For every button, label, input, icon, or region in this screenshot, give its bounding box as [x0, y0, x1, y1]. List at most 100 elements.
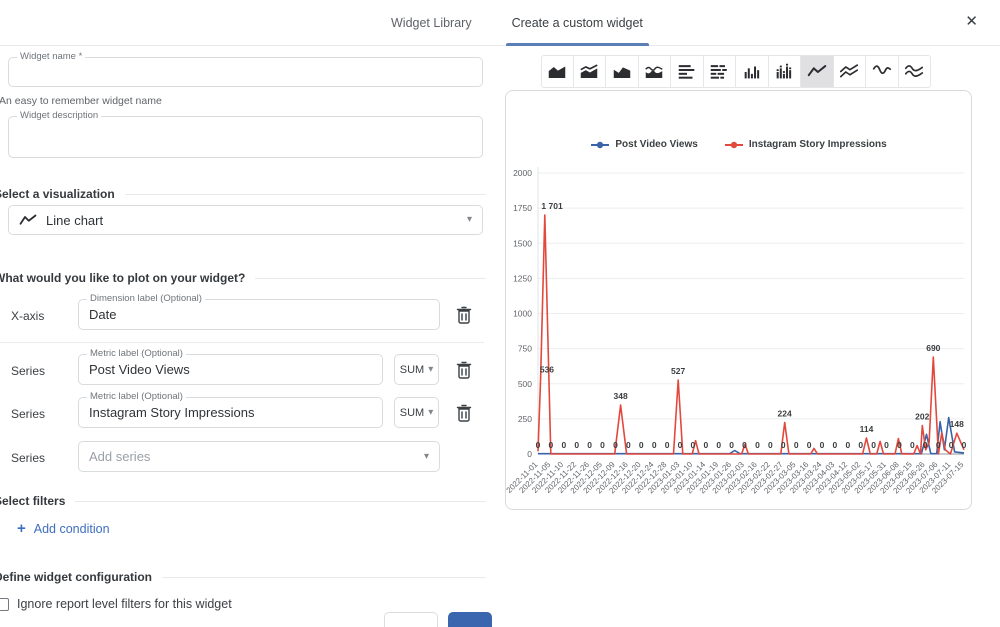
- widget-name-input[interactable]: [9, 58, 482, 86]
- chart-type-column-chart[interactable]: [736, 55, 769, 88]
- zero-data-label: 0: [884, 440, 889, 450]
- y-tick-label: 1000: [513, 309, 532, 319]
- section-select-visualization: Select a visualization: [0, 187, 486, 201]
- add-series-field[interactable]: ▾: [78, 441, 440, 472]
- legend-marker-icon: [724, 140, 744, 150]
- legend-marker-icon: [590, 140, 610, 150]
- line-chart-icon: [806, 61, 828, 83]
- chart-type-stacked-area-chart[interactable]: [574, 55, 607, 88]
- section-select-filters: Select filters: [0, 494, 486, 508]
- tab-create-custom-widget[interactable]: Create a custom widget: [506, 0, 649, 46]
- chart-type-line-chart[interactable]: [801, 55, 834, 88]
- cancel-button[interactable]: [384, 612, 438, 627]
- chevron-down-icon: ▾: [424, 452, 429, 462]
- series2-field[interactable]: Metric label (Optional): [78, 397, 383, 428]
- zero-data-label: 0: [574, 440, 579, 450]
- series2-float-label: Metric label (Optional): [87, 391, 186, 402]
- widget-description-input[interactable]: [9, 117, 482, 157]
- zero-data-label: 0: [897, 440, 902, 450]
- peak-data-label: 348: [614, 391, 628, 401]
- chart-type-stacked-line-chart[interactable]: [834, 55, 867, 88]
- zero-data-label: 0: [665, 440, 670, 450]
- zero-data-label: 0: [807, 440, 812, 450]
- series1-aggregation-select[interactable]: SUM ▾: [394, 354, 439, 385]
- zero-data-label: 0: [703, 440, 708, 450]
- ignore-filters-label: Ignore report level filters for this wid…: [17, 597, 232, 611]
- add-series-input[interactable]: [79, 442, 439, 471]
- tab-group: Widget Library Create a custom widget: [385, 0, 649, 46]
- section-select-visualization-label: Select a visualization: [0, 187, 115, 201]
- create-widget-dialog: Widget Library Create a custom widget ✕ …: [0, 0, 1000, 627]
- stream-area-chart-icon: [643, 61, 665, 83]
- widget-description-field[interactable]: Widget description: [8, 116, 483, 158]
- section-select-filters-label: Select filters: [0, 494, 65, 508]
- zero-data-label: 0: [820, 440, 825, 450]
- zero-data-label: 0: [858, 440, 863, 450]
- xaxis-input[interactable]: [79, 300, 439, 329]
- y-tick-label: 750: [518, 344, 532, 354]
- widget-name-helper: An easy to remember widget name: [0, 95, 162, 107]
- section-plot: What would you like to plot on your widg…: [0, 271, 486, 285]
- row-divider: [0, 342, 484, 343]
- chart-type-stream-area-chart[interactable]: [639, 55, 672, 88]
- zero-data-label: 0: [833, 440, 838, 450]
- dialog-header: Widget Library Create a custom widget ✕: [0, 0, 1000, 46]
- chart-type-stacked-horizontal-bar-chart[interactable]: [704, 55, 737, 88]
- y-tick-label: 1750: [513, 203, 532, 213]
- stacked-line-chart-icon: [838, 61, 860, 83]
- series1-input[interactable]: [79, 355, 382, 384]
- horizontal-bar-chart-icon: [676, 61, 698, 83]
- stacked-area-chart-icon: [578, 61, 600, 83]
- stacked-curve-chart-icon: [903, 61, 925, 83]
- xaxis-float-label: Dimension label (Optional): [87, 293, 205, 304]
- y-tick-label: 1250: [513, 273, 532, 283]
- chart-preview-card: Post Video Views Instagram Story Impressi…: [505, 90, 972, 510]
- zero-data-label: 0: [691, 440, 696, 450]
- delete-xaxis-icon[interactable]: [456, 306, 472, 324]
- chart-type-area-chart[interactable]: [541, 55, 574, 88]
- visualization-select[interactable]: Line chart ▾: [8, 205, 483, 235]
- peak-data-label: 224: [778, 409, 792, 419]
- series1-field[interactable]: Metric label (Optional): [78, 354, 383, 385]
- add-condition-button[interactable]: + Add condition: [17, 521, 110, 536]
- zero-data-label: 0: [561, 440, 566, 450]
- zero-data-label: 0: [678, 440, 683, 450]
- chart-type-stacked-column-chart[interactable]: [769, 55, 802, 88]
- series2-input[interactable]: [79, 398, 382, 427]
- delete-series1-icon[interactable]: [456, 361, 472, 379]
- xaxis-field[interactable]: Dimension label (Optional): [78, 299, 440, 330]
- series1-float-label: Metric label (Optional): [87, 348, 186, 359]
- tab-create-custom-widget-label: Create a custom widget: [512, 16, 643, 30]
- chart-type-curve-chart[interactable]: [866, 55, 899, 88]
- series2-aggregation-value: SUM: [400, 407, 424, 419]
- chart-type-toolbar: [541, 55, 931, 88]
- legend-item-1[interactable]: Instagram Story Impressions: [724, 139, 887, 150]
- series-line-instagram-story-impressions: [538, 215, 964, 454]
- widget-name-field[interactable]: Widget name *: [8, 57, 483, 87]
- y-tick-label: 0: [527, 449, 532, 459]
- chart-type-horizontal-bar-chart[interactable]: [671, 55, 704, 88]
- section-divider: [255, 278, 486, 279]
- tab-widget-library[interactable]: Widget Library: [385, 0, 478, 46]
- legend-label: Post Video Views: [615, 139, 697, 150]
- zero-data-label: 0: [652, 440, 657, 450]
- chart-type-stacked-curve-chart[interactable]: [899, 55, 932, 88]
- chart-type-percent-area-chart[interactable]: [606, 55, 639, 88]
- peak-data-label: 114: [860, 424, 874, 434]
- zero-data-label: 0: [626, 440, 631, 450]
- xaxis-row-label: X-axis: [11, 309, 44, 323]
- zero-data-label: 0: [910, 440, 915, 450]
- peak-data-label: 148: [950, 419, 964, 429]
- close-icon[interactable]: ✕: [965, 14, 978, 29]
- section-widget-configuration: Define widget configuration: [0, 570, 486, 584]
- zero-data-label: 0: [845, 440, 850, 450]
- delete-series2-icon[interactable]: [456, 404, 472, 422]
- series1-row-label: Series: [11, 364, 45, 378]
- series2-aggregation-select[interactable]: SUM ▾: [394, 397, 439, 428]
- ignore-filters-row: Ignore report level filters for this wid…: [0, 597, 232, 611]
- save-button[interactable]: [448, 612, 492, 627]
- zero-data-label: 0: [768, 440, 773, 450]
- legend-item-0[interactable]: Post Video Views: [590, 139, 697, 150]
- ignore-filters-checkbox[interactable]: [0, 598, 9, 611]
- section-widget-configuration-label: Define widget configuration: [0, 570, 152, 584]
